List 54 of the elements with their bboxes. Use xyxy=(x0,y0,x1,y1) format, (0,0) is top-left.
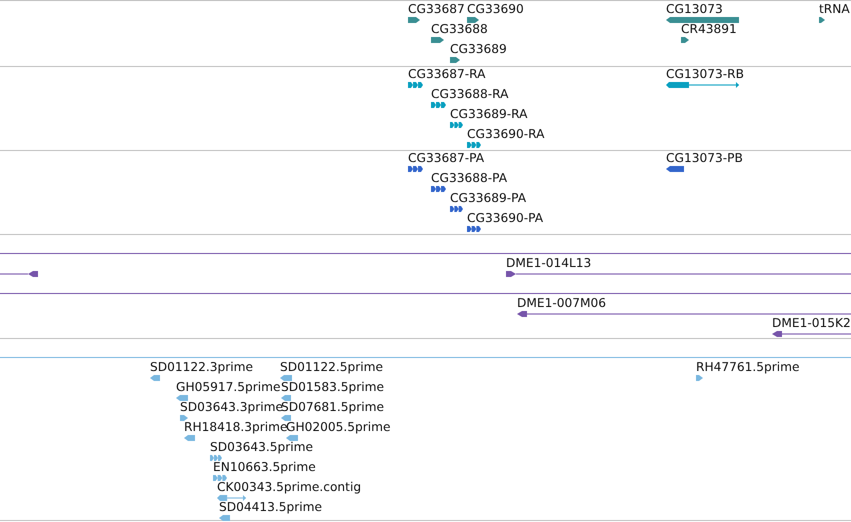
feature-label: CG33688-PA xyxy=(431,171,508,185)
feature-glyph[interactable] xyxy=(408,82,423,88)
feature-glyph[interactable] xyxy=(666,166,684,172)
feature-label: CG33689-PA xyxy=(450,191,526,205)
feature-glyph[interactable] xyxy=(408,166,423,172)
feature-label: GH02005.5prime xyxy=(286,420,391,434)
feature-label: CG33689-RA xyxy=(450,107,528,121)
feature-glyph[interactable] xyxy=(666,82,739,88)
feature-label: CG13073 xyxy=(666,2,723,16)
feature-label: DME1-015K2 xyxy=(772,316,851,330)
feature-glyph[interactable] xyxy=(431,102,446,108)
feature-glyph[interactable] xyxy=(506,271,851,277)
feature-label: CG33690-RA xyxy=(467,127,544,141)
feature-glyph[interactable] xyxy=(0,271,38,277)
feature-label: CK00343.5prime.contig xyxy=(217,480,362,494)
feature-label: RH47761.5prime xyxy=(696,360,800,374)
feature-glyph[interactable] xyxy=(772,331,851,337)
feature-label: CG33690-PA xyxy=(467,211,544,225)
feature-label: SD03643.3prime xyxy=(180,400,284,414)
feature-glyph[interactable] xyxy=(431,37,444,43)
feature-glyph[interactable] xyxy=(450,122,463,128)
feature-label: SD01122.3prime xyxy=(150,360,254,374)
feature-label: CG33687 xyxy=(408,2,465,16)
feature-glyph[interactable] xyxy=(467,17,479,23)
feature-label: CG33688 xyxy=(431,22,488,36)
feature-glyph[interactable] xyxy=(819,17,825,23)
feature-glyph[interactable] xyxy=(666,17,739,23)
feature-label: EN10663.5prime xyxy=(213,460,316,474)
feature-label: CG13073-RB xyxy=(666,67,744,81)
feature-label: CG33687-RA xyxy=(408,67,486,81)
feature-label: CG13073-PB xyxy=(666,151,743,165)
feature-glyph[interactable] xyxy=(467,142,481,148)
feature-label: SD01583.5prime xyxy=(281,380,384,394)
feature-label: DME1-007M06 xyxy=(517,296,606,310)
feature-label: CG33690 xyxy=(467,2,524,16)
feature-label: RH18418.3prime xyxy=(184,420,288,434)
feature-label: CG33688-RA xyxy=(431,87,508,101)
feature-glyph[interactable] xyxy=(517,311,851,317)
feature-label: SD03643.5prime xyxy=(210,440,314,454)
feature-glyph[interactable] xyxy=(467,226,481,232)
feature-label: SD01122.5prime xyxy=(280,360,384,374)
feature-glyph[interactable] xyxy=(431,186,446,192)
feature-label: tRNA xyxy=(819,2,850,16)
feature-label: CR43891 xyxy=(681,22,737,36)
feature-glyph[interactable] xyxy=(450,206,463,212)
feature-label: CG33687-PA xyxy=(408,151,484,165)
feature-label: SD04413.5prime xyxy=(219,500,322,514)
feature-glyph[interactable] xyxy=(681,37,689,43)
feature-glyph[interactable] xyxy=(408,17,420,23)
feature-label: DME1-014L13 xyxy=(506,256,592,270)
feature-label: CG33689 xyxy=(450,42,507,56)
feature-label: SD07681.5prime xyxy=(281,400,384,414)
feature-label: GH05917.5prime xyxy=(176,380,281,394)
feature-glyph[interactable] xyxy=(450,57,460,63)
